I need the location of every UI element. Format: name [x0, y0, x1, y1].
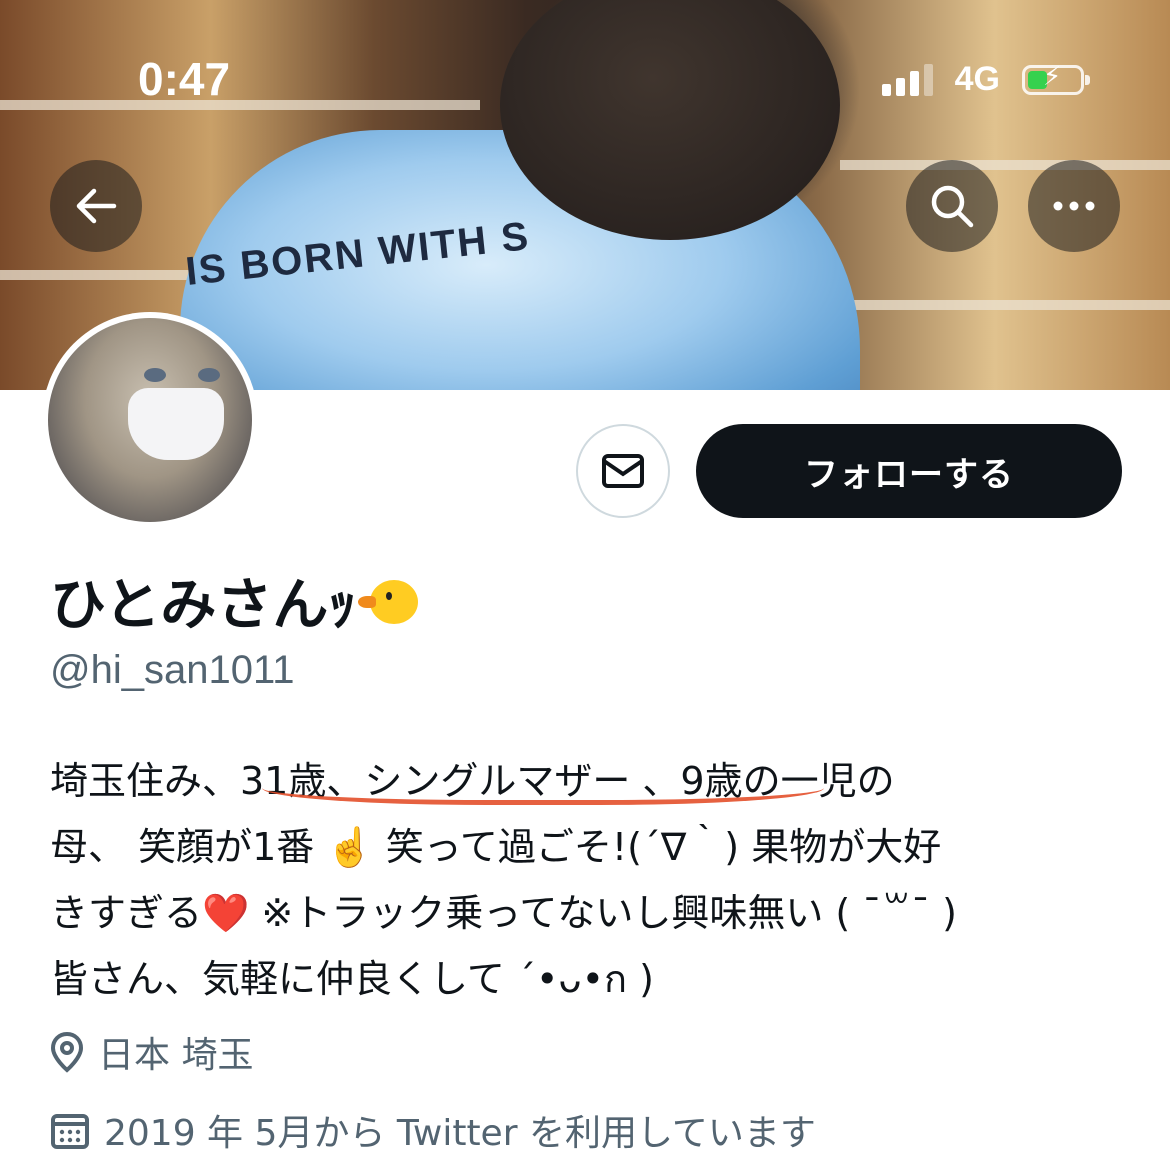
shelf-line	[840, 300, 1170, 310]
display-name: ひとみさんｯ	[50, 560, 420, 641]
location-text: 日本 埼玉	[98, 1035, 254, 1076]
location-row: 日本 埼玉	[50, 1026, 253, 1078]
network-type: 4G	[954, 60, 1000, 98]
shelf-line	[840, 160, 1170, 170]
calendar-icon	[51, 1114, 89, 1149]
shelf-line	[0, 100, 480, 110]
battery-icon: ⚡	[1022, 62, 1090, 95]
arrow-left-icon	[76, 188, 117, 224]
search-button[interactable]	[906, 160, 998, 252]
back-button[interactable]	[50, 160, 142, 252]
joined-text: 2019 年 5月から Twitter を利用しています	[104, 1113, 816, 1154]
location-pin-icon	[50, 1031, 84, 1073]
status-indicators: 4G ⚡	[881, 60, 1090, 99]
avatar-mask	[128, 388, 224, 460]
status-time: 0:47	[138, 53, 231, 105]
search-icon	[931, 185, 974, 228]
avatar[interactable]	[42, 312, 258, 528]
joined-row: 2019 年 5月から Twitter を利用しています	[50, 1104, 816, 1156]
follow-button[interactable]: フォローする	[696, 424, 1122, 518]
chick-emoji	[358, 576, 420, 626]
message-button[interactable]	[576, 424, 670, 518]
bio-line: 母、 笑顔が1番 ☝️ 笑って過ごそ!(´∇｀) 果物が大好	[50, 825, 942, 869]
more-horizontal-icon	[1053, 201, 1095, 211]
more-button[interactable]	[1028, 160, 1120, 252]
user-handle: @hi_san1011	[50, 648, 295, 692]
envelope-icon	[602, 454, 644, 488]
avatar-image	[48, 318, 252, 522]
signal-icon	[881, 63, 933, 96]
bio-line: 皆さん、気軽に仲良くして ´•ᴗ•ก )	[50, 957, 654, 1001]
display-name-text: ひとみさんｯ	[50, 573, 357, 638]
bio-line: きすぎる❤️ ※トラック乗ってないし興味無い ( ˉ꒳ˉ )	[50, 891, 957, 935]
